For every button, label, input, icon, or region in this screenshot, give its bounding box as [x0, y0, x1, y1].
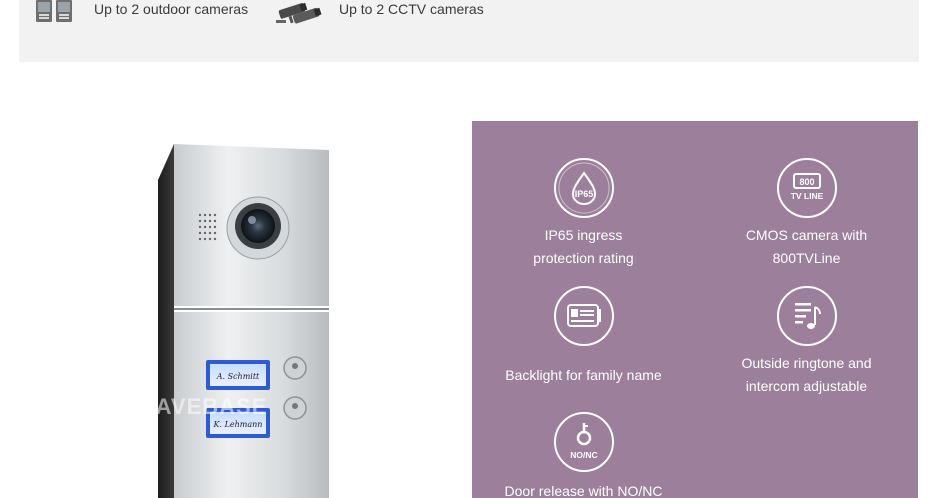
tv-line-icon: 800 TV LINE — [776, 158, 837, 218]
feature-ip65-line2: protection rating — [533, 250, 634, 266]
door-release-icon: NO/NC — [553, 412, 614, 472]
feature-tvline-line1: CMOS camera with — [745, 227, 868, 243]
door-station-image: A. Schmitt K. Lehmann SAVEBASE — [140, 144, 329, 498]
name-tag-2: K. Lehmann — [213, 420, 263, 429]
cctv-cameras-label: Up to 2 CCTV cameras — [339, 1, 484, 17]
ringtone-icon — [776, 286, 837, 346]
feature-ringtone-line2: intercom adjustable — [745, 378, 868, 394]
ip65-icon-text: IP65 — [574, 189, 593, 199]
feature-ringtone-line1: Outside ringtone and — [741, 355, 872, 371]
feature-tvline-line2: 800TVLine — [772, 250, 841, 266]
feature-ip65-line1: IP65 ingress — [544, 227, 623, 243]
watermark-text: SAVEBASE — [140, 394, 267, 419]
feature-door-release-line1: Door release with NO/NC — [504, 483, 663, 498]
name-card-icon — [553, 286, 614, 346]
tv-line-icon-number: 800 — [799, 177, 814, 187]
feature-panel: IP65 IP65 ingress protection rating 800 … — [472, 121, 918, 498]
door-release-icon-label: NO/NC — [570, 450, 597, 460]
cctv-camera-icon — [276, 2, 322, 24]
outdoor-camera-icon — [36, 0, 72, 22]
tv-line-icon-label: TV LINE — [790, 191, 823, 201]
feature-backlight-line1: Backlight for family name — [505, 367, 662, 383]
name-tag-1: A. Schmitt — [216, 372, 260, 381]
ip65-icon: IP65 — [553, 158, 614, 218]
outdoor-cameras-label: Up to 2 outdoor cameras — [94, 1, 249, 17]
